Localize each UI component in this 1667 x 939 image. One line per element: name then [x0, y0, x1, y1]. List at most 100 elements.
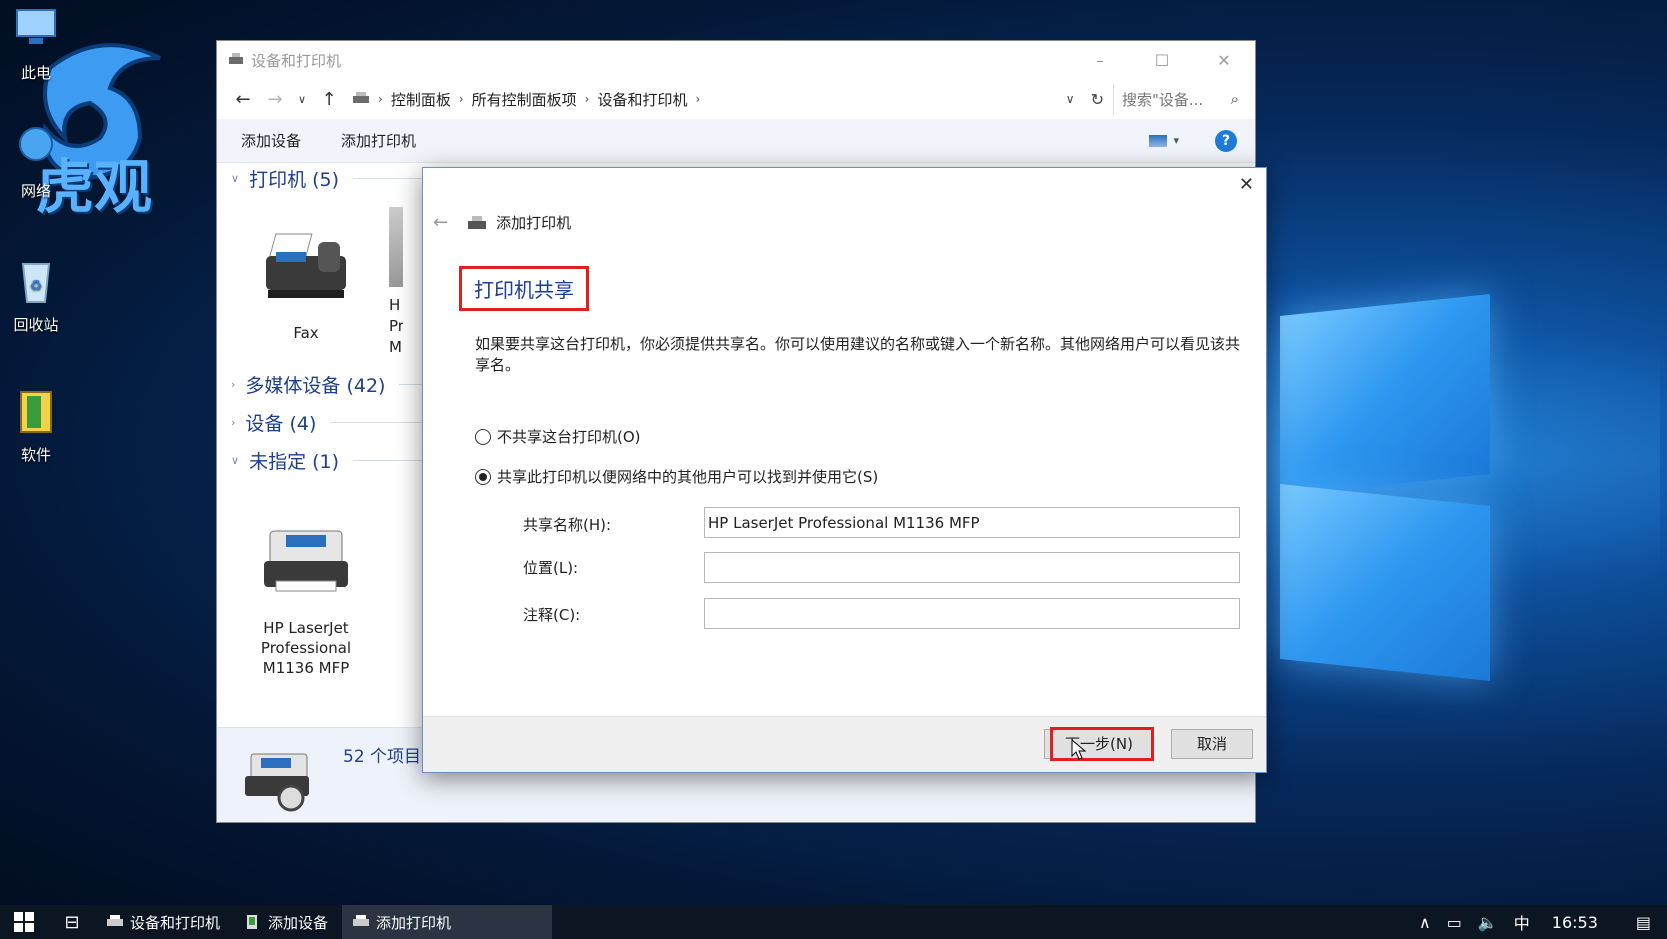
- device-label: HP LaserJet Professional M1136 MFP: [260, 619, 352, 677]
- chevron-right-icon: ›: [378, 92, 383, 106]
- taskbar-app-label: 添加打印机: [376, 913, 452, 932]
- device-hp-printer[interactable]: HP LaserJet Professional M1136 MFP: [241, 521, 371, 678]
- chevron-right-icon: ›: [695, 92, 701, 106]
- printer-small-icon: [107, 915, 123, 926]
- search-input[interactable]: 搜索"设备... ⌕: [1113, 84, 1245, 114]
- radio-button[interactable]: [475, 428, 491, 445]
- breadcrumb-all-items[interactable]: 所有控制面板项: [472, 89, 577, 110]
- dialog-close-icon[interactable]: ✕: [1239, 174, 1254, 195]
- up-arrow-icon[interactable]: ↑: [313, 89, 345, 110]
- add-device-button[interactable]: 添加设备: [241, 130, 301, 151]
- desktop-icon-label: 软件: [20, 446, 51, 464]
- chevron-right-icon: ›: [584, 92, 590, 106]
- chevron-right-icon: ›: [458, 92, 464, 106]
- add-printer-dialog: ✕ ← 添加打印机 打印机共享 如果要共享这台打印机，你必须提供共享名。你可以使…: [422, 167, 1267, 773]
- recent-dropdown-icon[interactable]: ∨: [291, 93, 313, 106]
- breadcrumb-control-panel[interactable]: 控制面板: [391, 89, 451, 110]
- window-titlebar[interactable]: 设备和打印机 – ☐ ✕: [217, 41, 1255, 79]
- comment-input[interactable]: [704, 598, 1240, 629]
- maximize-icon[interactable]: ☐: [1131, 51, 1193, 70]
- network-icon: [19, 127, 53, 161]
- share-name-label: 共享名称(H):: [523, 516, 612, 534]
- system-tray: ∧ ▭ 🔈 中 16:53 ▤: [1403, 910, 1667, 934]
- radio-label: 不共享这台打印机(O): [497, 428, 641, 446]
- next-button[interactable]: 下一步(N): [1044, 729, 1154, 759]
- chevron-up-icon[interactable]: ∧: [1419, 913, 1431, 932]
- add-device-icon: [247, 915, 258, 929]
- dialog-header-label: 添加打印机: [496, 214, 572, 232]
- task-view-icon[interactable]: ⊟: [48, 912, 96, 933]
- location-label: 位置(L):: [523, 559, 579, 577]
- address-dropdown-icon[interactable]: ∨: [1058, 92, 1083, 106]
- start-button[interactable]: [0, 912, 48, 932]
- group-devices[interactable]: › 设备 (4): [231, 409, 431, 436]
- command-bar: 添加设备 添加打印机 ▾ ?: [217, 119, 1255, 163]
- partial-printer-item: H Pr M: [389, 207, 403, 352]
- share-name-input[interactable]: [704, 507, 1240, 538]
- address-row: ← → ∨ ↑ › 控制面板 › 所有控制面板项 › 设备和打印机 › ∨ ↻ …: [217, 79, 1255, 119]
- fax-icon: [266, 233, 346, 298]
- desktop-icon-network[interactable]: 网络: [6, 122, 66, 201]
- minimize-icon[interactable]: –: [1069, 51, 1131, 70]
- search-placeholder: 搜索"设备...: [1122, 90, 1204, 109]
- network-status-icon[interactable]: ▭: [1447, 913, 1462, 932]
- printer-small-icon: [468, 215, 487, 229]
- group-unspecified[interactable]: ∨ 未指定 (1): [231, 447, 431, 474]
- radio-share[interactable]: 共享此打印机以便网络中的其他用户可以找到并使用它(S): [475, 466, 878, 487]
- partial-printer-label: H Pr M: [389, 296, 403, 352]
- group-label: 设备 (4): [245, 413, 317, 435]
- chevron-down-icon: ∨: [231, 172, 240, 185]
- desktop-icon-label: 此电: [20, 64, 51, 82]
- chevron-right-icon: ›: [231, 416, 236, 429]
- group-label: 多媒体设备 (42): [245, 375, 386, 397]
- printer-icon: [264, 530, 348, 592]
- chevron-down-icon: ∨: [231, 454, 240, 467]
- taskbar-app-add-device[interactable]: 添加设备: [234, 905, 338, 939]
- desktop-icon-software[interactable]: 软件: [6, 386, 66, 465]
- clock[interactable]: 16:53: [1552, 913, 1598, 932]
- view-options-icon[interactable]: [1149, 134, 1168, 147]
- help-icon[interactable]: ?: [1215, 129, 1237, 152]
- computer-icon: [16, 9, 56, 44]
- cancel-button[interactable]: 取消: [1171, 729, 1253, 759]
- desktop-icon-this-pc[interactable]: 此电: [6, 4, 66, 83]
- taskbar-app-devices-printers[interactable]: 设备和打印机: [96, 905, 230, 939]
- notification-icon[interactable]: ▤: [1636, 913, 1651, 932]
- location-input[interactable]: [704, 552, 1240, 583]
- desktop-icon-recycle-bin[interactable]: ♻ 回收站: [6, 256, 66, 335]
- group-label: 未指定 (1): [249, 451, 340, 473]
- close-icon[interactable]: ✕: [1193, 51, 1255, 70]
- group-multimedia[interactable]: › 多媒体设备 (42): [231, 371, 431, 398]
- breadcrumb-devices-printers[interactable]: 设备和打印机: [597, 89, 687, 110]
- window-title: 设备和打印机: [251, 51, 342, 70]
- svg-text:♻: ♻: [30, 278, 43, 294]
- printer-camera-icon: [245, 753, 309, 812]
- forward-arrow-icon[interactable]: →: [259, 89, 291, 110]
- refresh-icon[interactable]: ↻: [1083, 90, 1112, 109]
- desktop-icon-label: 回收站: [13, 316, 59, 334]
- taskbar: ⊟ 设备和打印机 添加设备 添加打印机 ∧ ▭ 🔈 中 16:53 ▤: [0, 905, 1667, 939]
- dialog-header: ← 添加打印机: [433, 212, 571, 233]
- taskbar-app-label: 设备和打印机: [130, 913, 221, 932]
- windows-start-icon: [14, 912, 34, 932]
- address-bar[interactable]: › 控制面板 › 所有控制面板项 › 设备和打印机 › ∨ ↻: [345, 84, 1113, 114]
- radio-button-selected[interactable]: [475, 468, 491, 485]
- ime-indicator[interactable]: 中: [1514, 910, 1530, 934]
- dialog-description: 如果要共享这台打印机，你必须提供共享名。你可以使用建议的名称或键入一个新名称。其…: [475, 335, 1241, 374]
- windows-logo: [1270, 275, 1500, 682]
- comment-label: 注释(C):: [523, 606, 581, 624]
- volume-icon[interactable]: 🔈: [1478, 913, 1498, 932]
- back-arrow-icon[interactable]: ←: [433, 212, 448, 233]
- radio-label: 共享此打印机以便网络中的其他用户可以找到并使用它(S): [497, 468, 879, 486]
- group-printers[interactable]: ∨ 打印机 (5): [231, 165, 431, 192]
- back-arrow-icon[interactable]: ←: [227, 89, 259, 110]
- device-fax[interactable]: Fax: [241, 226, 371, 343]
- add-printer-button[interactable]: 添加打印机: [341, 130, 416, 151]
- search-icon: ⌕: [1230, 90, 1239, 108]
- dialog-title: 打印机共享: [459, 266, 589, 311]
- view-dropdown-icon[interactable]: ▾: [1173, 134, 1179, 147]
- taskbar-app-label: 添加设备: [268, 913, 329, 932]
- taskbar-app-add-printer[interactable]: 添加打印机: [342, 905, 553, 939]
- mouse-cursor-icon: [1071, 739, 1087, 760]
- radio-no-share[interactable]: 不共享这台打印机(O): [475, 426, 641, 447]
